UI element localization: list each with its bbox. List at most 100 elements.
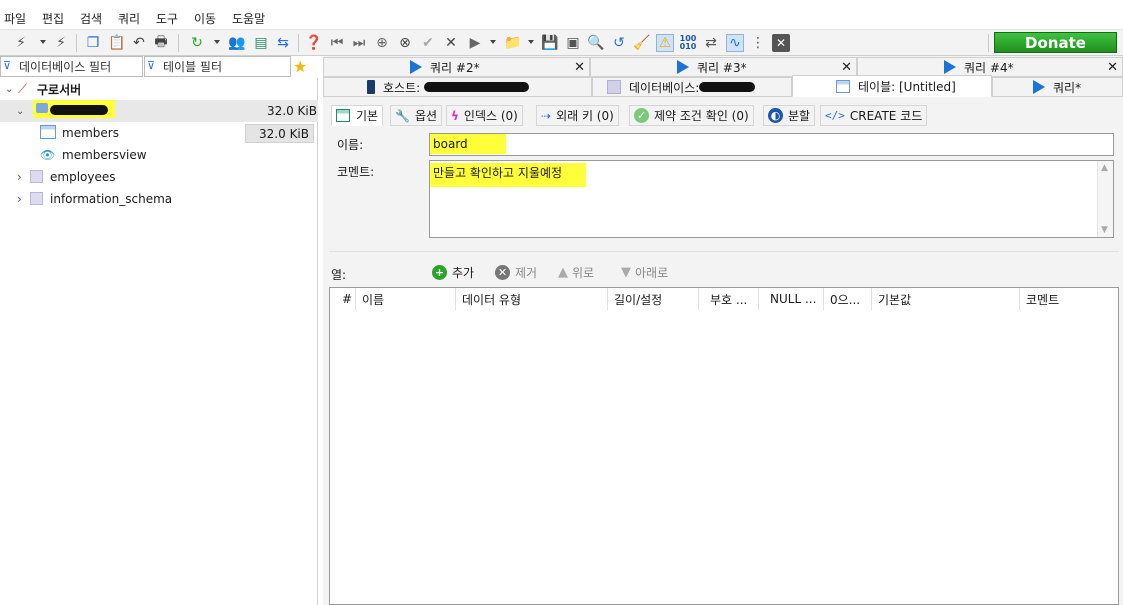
tab-database[interactable]: 데이터베이스:: [592, 77, 792, 97]
close-icon[interactable]: ✕: [1107, 60, 1118, 75]
button-label: 추가: [452, 266, 475, 280]
menu-tools[interactable]: 도구: [156, 10, 178, 27]
tab-table[interactable]: 테이블: [Untitled]: [792, 75, 992, 97]
redacted-database: [699, 82, 756, 92]
subtab-indexes[interactable]: ϟ 인덱스 (0): [446, 105, 523, 126]
subtab-check-constraints[interactable]: ✓ 제약 조건 확인 (0): [629, 105, 754, 126]
column-header[interactable]: 부호 ...: [699, 288, 759, 310]
play-icon: [410, 60, 422, 74]
donate-button[interactable]: Donate: [994, 32, 1117, 53]
menu-edit[interactable]: 편집: [42, 10, 64, 27]
move-up-button[interactable]: ▲ 위로: [558, 264, 594, 281]
arrow-up-icon: ▲: [558, 265, 568, 280]
close-icon[interactable]: ✕: [841, 60, 852, 75]
column-header[interactable]: NULL ...: [759, 288, 824, 310]
menu-help[interactable]: 도움말: [232, 10, 265, 27]
code-icon: </>: [825, 109, 845, 122]
column-header[interactable]: 0으...: [824, 288, 872, 310]
column-header[interactable]: 길이/설정: [608, 288, 699, 310]
replace-icon[interactable]: ↺: [610, 34, 628, 52]
tab-host[interactable]: 호스트:: [323, 77, 592, 97]
format-icon[interactable]: 🧹: [633, 34, 651, 52]
help-icon[interactable]: ❓: [305, 34, 323, 52]
filter-bar: ⊽ 데이터베이스 필터 ⊽ 테이블 필터 ★: [0, 56, 318, 77]
scroll-up-icon[interactable]: ▲: [1101, 163, 1108, 173]
search-icon[interactable]: 🔍: [587, 34, 605, 52]
tab-query-new[interactable]: 쿼리*: [992, 77, 1123, 97]
cancel-icon[interactable]: ✕: [442, 34, 460, 52]
copy-icon[interactable]: ❐: [84, 34, 102, 52]
last-icon[interactable]: ⏭: [350, 34, 368, 52]
warning-icon[interactable]: ⚠: [656, 34, 674, 52]
tab-query-2[interactable]: 쿼리 #2* ✕: [323, 57, 590, 77]
delete-icon[interactable]: ⊗: [396, 34, 414, 52]
tab-label: 쿼리 #2*: [430, 60, 480, 75]
tree-table-row[interactable]: members 32.0 KiB: [0, 122, 318, 144]
chevron-down-icon[interactable]: ⌄: [5, 84, 13, 95]
menu-go[interactable]: 이동: [194, 10, 216, 27]
folder-icon[interactable]: 📁: [504, 34, 522, 52]
move-down-button[interactable]: ▼ 아래로: [621, 264, 668, 281]
binary-icon[interactable]: 100 010: [679, 34, 697, 52]
export-icon[interactable]: ▣: [564, 34, 582, 52]
columns-grid[interactable]: [329, 287, 1119, 605]
first-icon[interactable]: ⏮: [328, 34, 346, 52]
connect-icon[interactable]: ⚡: [12, 34, 30, 52]
disconnect-icon[interactable]: ⚡: [52, 34, 70, 52]
column-header[interactable]: 데이터 유형: [456, 288, 608, 310]
scrollbar[interactable]: ▲ ▼: [1097, 161, 1113, 237]
chevron-down-icon[interactable]: [214, 40, 220, 44]
remove-column-button[interactable]: ✕ 제거: [495, 264, 537, 281]
name-input[interactable]: board: [429, 133, 1114, 156]
star-icon[interactable]: ★: [293, 57, 307, 76]
column-header[interactable]: #: [336, 288, 356, 310]
save-icon[interactable]: 💾: [541, 34, 559, 52]
transfer-icon[interactable]: ⇆: [274, 34, 292, 52]
tree-database-row[interactable]: › employees: [0, 166, 318, 188]
tree-database-row[interactable]: › information_schema: [0, 188, 318, 210]
users-icon[interactable]: 👥: [228, 34, 246, 52]
paste-icon[interactable]: 📋: [108, 34, 126, 52]
close-icon[interactable]: ✕: [772, 34, 790, 52]
database-filter-input[interactable]: ⊽ 데이터베이스 필터: [0, 56, 143, 77]
import-icon[interactable]: ▤: [252, 34, 270, 52]
menu-file[interactable]: 파일: [4, 10, 26, 27]
check-icon[interactable]: ✔: [419, 34, 437, 52]
menu-query[interactable]: 쿼리: [118, 10, 140, 27]
chevron-right-icon[interactable]: ›: [17, 170, 22, 184]
comment-textarea[interactable]: 만들고 확인하고 지울예정 ▲ ▼: [429, 160, 1114, 238]
subtab-options[interactable]: 🔧 옵션: [390, 105, 443, 126]
table-filter-input[interactable]: ⊽ 테이블 필터: [144, 56, 291, 77]
subtab-basic[interactable]: 기본: [331, 105, 384, 126]
wrench-icon: 🔧: [395, 108, 410, 123]
tree-view-row[interactable]: 👁 membersview: [0, 144, 318, 166]
undo-icon[interactable]: ↶: [130, 34, 148, 52]
menu-search[interactable]: 검색: [80, 10, 102, 27]
table-icon: [40, 125, 56, 139]
more-icon[interactable]: ⋮: [749, 34, 767, 52]
subtab-create-code[interactable]: </> CREATE 코드: [820, 105, 928, 126]
sync-icon[interactable]: ∿: [726, 34, 744, 52]
wrap-icon[interactable]: ⇄: [702, 34, 720, 52]
column-header[interactable]: 이름: [356, 288, 456, 310]
close-icon[interactable]: ✕: [574, 60, 585, 75]
add-column-button[interactable]: + 추가: [432, 264, 474, 281]
subtab-partitions[interactable]: ◐ 분할: [763, 105, 816, 126]
column-header[interactable]: 기본값: [872, 288, 1020, 310]
print-icon[interactable]: 🖶: [152, 34, 170, 52]
subtab-foreign-keys[interactable]: ⇢ 외래 키 (0): [536, 105, 619, 126]
tree-database-row[interactable]: ⌄ 32.0 KiB: [0, 100, 318, 122]
chevron-right-icon[interactable]: ›: [17, 192, 22, 206]
scroll-down-icon[interactable]: ▼: [1101, 225, 1108, 235]
tab-query-4[interactable]: 쿼리 #4* ✕: [857, 57, 1123, 77]
column-header[interactable]: 코멘트: [1020, 288, 1118, 310]
tab-query-3[interactable]: 쿼리 #3* ✕: [590, 57, 857, 77]
chevron-down-icon[interactable]: [490, 40, 496, 44]
chevron-down-icon[interactable]: ⌄: [16, 106, 24, 117]
refresh-icon[interactable]: ↻: [188, 34, 206, 52]
add-icon[interactable]: ⊕: [373, 34, 391, 52]
chevron-down-icon[interactable]: [40, 40, 46, 44]
run-icon[interactable]: ▶: [466, 34, 484, 52]
chevron-down-icon[interactable]: [528, 40, 534, 44]
tree-server-row[interactable]: ⌄ ⟋ 구로서버: [0, 78, 318, 100]
